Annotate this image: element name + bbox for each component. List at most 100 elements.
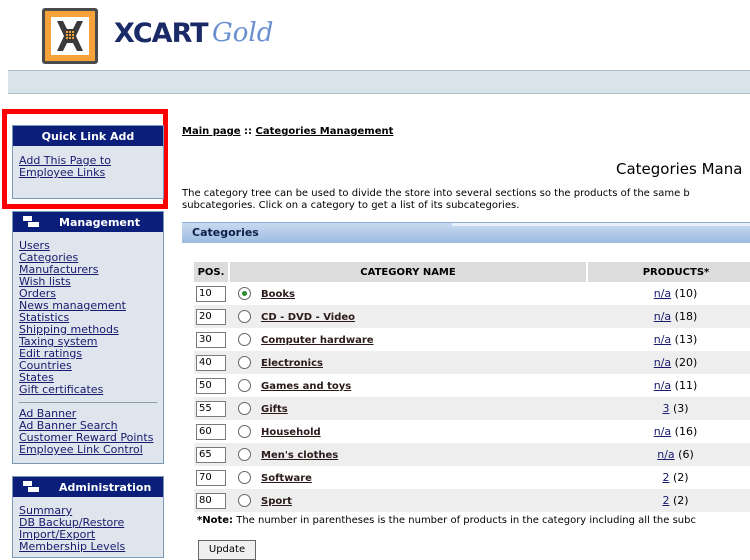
menu-icon	[23, 481, 39, 493]
col-header-pos: POS.	[194, 262, 230, 282]
pos-cell	[194, 443, 229, 466]
category-cell: Household	[229, 420, 587, 443]
page-description: The category tree can be used to divide …	[182, 188, 750, 212]
update-button[interactable]: Update	[198, 540, 256, 560]
menu-employee-link-control[interactable]: Employee Link Control	[19, 444, 157, 456]
category-radio[interactable]	[238, 494, 251, 508]
category-radio[interactable]	[238, 448, 251, 462]
table-row: Books n/a (10)	[194, 282, 750, 305]
category-link[interactable]: Household	[261, 427, 321, 438]
menu-divider	[19, 402, 157, 403]
products-cell: n/a (16)	[587, 420, 750, 443]
position-input[interactable]	[196, 377, 226, 394]
table-row: Electronics n/a (20)	[194, 351, 750, 374]
subcategories-link[interactable]: n/a	[654, 333, 671, 346]
category-link[interactable]: Books	[261, 289, 295, 300]
categories-section-header: Categories	[182, 222, 750, 243]
management-menu: Users Categories Manufacturers Wish list…	[13, 232, 163, 462]
product-count: (11)	[674, 379, 698, 392]
category-link[interactable]: Sport	[261, 496, 292, 507]
administration-header: Administration	[13, 477, 163, 497]
quick-link-header: Quick Link Add	[13, 126, 163, 146]
product-count: (3)	[672, 402, 689, 415]
pos-cell	[194, 374, 229, 397]
category-link[interactable]: Computer hardware	[261, 335, 374, 346]
category-link[interactable]: CD - DVD - Video	[261, 312, 355, 323]
categories-table: POS. CATEGORY NAME PRODUCTS* Books n/a (1…	[194, 262, 750, 512]
products-cell: n/a (13)	[587, 328, 750, 351]
category-radio[interactable]	[238, 471, 251, 485]
position-input[interactable]	[196, 400, 226, 417]
category-radio[interactable]	[238, 402, 251, 416]
product-count: (10)	[674, 287, 698, 300]
category-link[interactable]: Gifts	[261, 404, 288, 415]
position-input[interactable]	[196, 354, 226, 371]
position-input[interactable]	[196, 446, 226, 463]
subcategories-link[interactable]: n/a	[654, 425, 671, 438]
col-header-products: PRODUCTS*	[587, 262, 750, 282]
table-row: Games and toys n/a (11)	[194, 374, 750, 397]
category-radio[interactable]	[238, 379, 251, 393]
products-cell: n/a (10)	[587, 282, 750, 305]
category-link[interactable]: Software	[261, 473, 312, 484]
products-cell: n/a (6)	[587, 443, 750, 466]
menu-gift-certificates[interactable]: Gift certificates	[19, 384, 157, 396]
brand-name: XCART	[114, 18, 209, 49]
category-radio[interactable]	[238, 310, 251, 324]
breadcrumb-main-page[interactable]: Main page	[182, 126, 241, 137]
menu-membership-levels[interactable]: Membership Levels	[19, 541, 157, 553]
section-title: Categories	[192, 226, 259, 239]
category-link[interactable]: Men's clothes	[261, 450, 338, 461]
note-body: The number in parentheses is the number …	[233, 515, 696, 526]
employee-links-link[interactable]: Employee Links	[19, 167, 157, 179]
category-cell: Games and toys	[229, 374, 587, 397]
category-cell: Electronics	[229, 351, 587, 374]
subcategories-link[interactable]: 2	[662, 494, 669, 507]
subcategories-link[interactable]: n/a	[654, 379, 671, 392]
breadcrumb-categories-management[interactable]: Categories Management	[256, 126, 394, 137]
position-input[interactable]	[196, 308, 226, 325]
product-count: (16)	[674, 425, 698, 438]
category-radio[interactable]	[238, 287, 251, 301]
category-radio[interactable]	[238, 333, 251, 347]
note-text: *Note: The number in parentheses is the …	[197, 515, 696, 526]
product-count: (18)	[674, 310, 698, 323]
menu-icon	[23, 216, 39, 228]
quick-link-title: Quick Link Add	[41, 129, 135, 143]
products-cell: 2 (2)	[587, 489, 750, 512]
product-count: (2)	[672, 494, 689, 507]
page-title: Categories Mana	[616, 160, 743, 178]
position-input[interactable]	[196, 469, 226, 486]
position-input[interactable]	[196, 423, 226, 440]
category-link[interactable]: Electronics	[261, 358, 323, 369]
category-radio[interactable]	[238, 356, 251, 370]
category-radio[interactable]	[238, 425, 251, 439]
subcategories-link[interactable]: n/a	[657, 448, 674, 461]
pos-cell	[194, 328, 229, 351]
category-cell: CD - DVD - Video	[229, 305, 587, 328]
table-row: Computer hardware n/a (13)	[194, 328, 750, 351]
subcategories-link[interactable]: n/a	[654, 310, 671, 323]
brand-edition: Gold	[212, 18, 274, 48]
product-count: (6)	[678, 448, 694, 461]
description-line-2: subcategories. Click on a category to ge…	[182, 200, 520, 211]
administration-title: Administration	[59, 480, 152, 494]
table-row: Sport 2 (2)	[194, 489, 750, 512]
category-link[interactable]: Games and toys	[261, 381, 351, 392]
subcategories-link[interactable]: n/a	[654, 356, 671, 369]
subcategories-link[interactable]: n/a	[654, 287, 671, 300]
position-input[interactable]	[196, 492, 226, 509]
table-row: Gifts 3 (3)	[194, 397, 750, 420]
xcart-logo	[42, 8, 98, 64]
breadcrumb-separator: ::	[240, 126, 256, 137]
position-input[interactable]	[196, 285, 226, 302]
category-cell: Sport	[229, 489, 587, 512]
product-count: (2)	[672, 471, 689, 484]
quick-link-body: Add This Page to Employee Links	[13, 146, 163, 185]
subcategories-link[interactable]: 2	[662, 471, 669, 484]
top-menu-bar	[8, 70, 750, 94]
position-input[interactable]	[196, 331, 226, 348]
category-cell: Software	[229, 466, 587, 489]
subcategories-link[interactable]: 3	[662, 402, 669, 415]
products-cell: 3 (3)	[587, 397, 750, 420]
